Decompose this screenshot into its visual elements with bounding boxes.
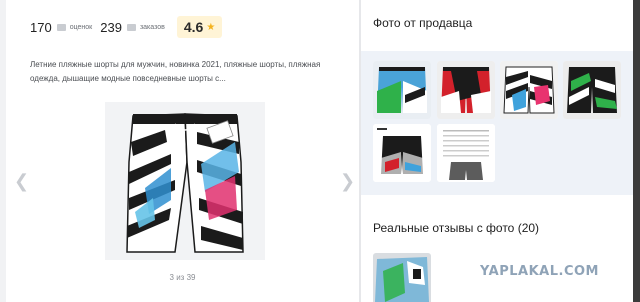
size-chart-image: [437, 124, 495, 182]
shorts-thumb-image: [500, 61, 558, 119]
watermark: YAPLAKAL.COM: [480, 264, 599, 279]
shorts-thumb-image: [437, 61, 495, 119]
stats-row: 170 оценок 239 заказов 4.6 ★: [30, 16, 223, 38]
window-edge: [633, 0, 640, 302]
seller-photos-title: Фото от продавца: [373, 16, 473, 30]
seller-photo-1[interactable]: [373, 61, 431, 119]
seller-photo-2[interactable]: [437, 61, 495, 119]
seller-photo-6-size-chart[interactable]: [437, 124, 495, 182]
rating-value: 4.6: [183, 19, 204, 35]
prev-arrow-icon[interactable]: ❮: [14, 172, 29, 190]
comment-icon: [56, 23, 66, 31]
gallery-counter: 3 из 39: [169, 273, 196, 282]
side-panel: Фото от продавца Реальные отзывы с фото …: [361, 0, 633, 302]
seller-photo-3[interactable]: [500, 61, 558, 119]
star-icon: ★: [206, 21, 216, 33]
shorts-image: [105, 102, 265, 260]
product-description: Летние пляжные шорты для мужчин, новинка…: [30, 60, 321, 83]
shorts-thumb-image: [563, 61, 621, 119]
shorts-thumb-image: [373, 61, 431, 119]
rating-badge[interactable]: 4.6 ★: [176, 16, 223, 38]
product-info-panel: 170 оценок 239 заказов 4.6 ★ Летние пляж…: [6, 0, 359, 302]
next-arrow-icon[interactable]: ❯: [340, 172, 355, 190]
seller-photo-5[interactable]: [373, 124, 431, 182]
page: 170 оценок 239 заказов 4.6 ★ Летние пляж…: [0, 0, 640, 302]
reviews-count: 170: [30, 19, 52, 35]
review-shorts-image: [373, 253, 431, 302]
seller-photos-grid: [361, 51, 633, 195]
review-photo-1[interactable]: [373, 253, 431, 302]
seller-photo-4[interactable]: [563, 61, 621, 119]
orders-count: 239: [100, 19, 122, 35]
reviews-label: оценок: [69, 23, 93, 31]
box-icon: [126, 23, 136, 31]
orders-label: заказов: [139, 23, 165, 31]
shorts-thumb-image: [373, 124, 431, 182]
product-main-image[interactable]: [105, 102, 265, 260]
reviews-photos-title: Реальные отзывы с фото (20): [373, 221, 540, 235]
